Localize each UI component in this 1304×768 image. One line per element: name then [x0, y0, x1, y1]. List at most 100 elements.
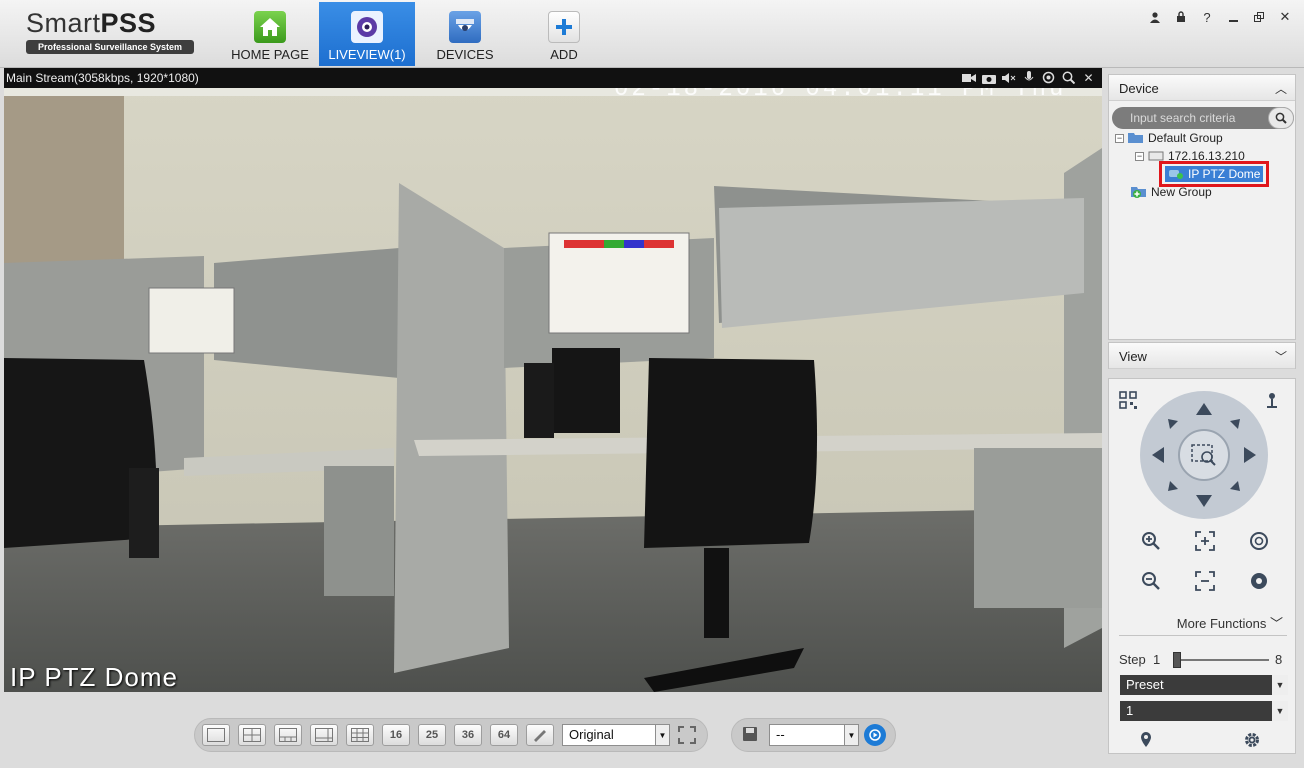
top-bar: SmartPSS Professional Surveillance Syste… [0, 0, 1304, 68]
zoom-out-icon[interactable] [1139, 569, 1163, 593]
aspect-ratio-select[interactable]: Original ▼ [562, 724, 670, 746]
layout-6-button[interactable] [274, 724, 302, 746]
layout-4-button[interactable] [238, 724, 266, 746]
chevron-down-icon: ﹀ [1269, 616, 1283, 631]
zoom-in-icon[interactable] [1139, 529, 1163, 553]
more-functions-label: More Functions [1176, 616, 1267, 631]
tree-channel-label: IP PTZ Dome [1188, 167, 1261, 181]
plus-icon [548, 11, 580, 43]
tree-channel-selected[interactable]: IP PTZ Dome [1165, 166, 1264, 182]
zoom-icon[interactable] [1061, 70, 1076, 85]
step-slider-thumb[interactable] [1173, 652, 1181, 668]
close-icon[interactable]: ✕ [1081, 70, 1096, 85]
tree-new-group[interactable]: New Group [1131, 185, 1212, 199]
live-video[interactable]: IP PTZ Dome 02-18-2016 04:01:11 PM Thu [4, 88, 1102, 692]
help-icon[interactable]: ? [1198, 8, 1216, 26]
record-icon[interactable] [961, 70, 976, 85]
chevron-down-icon: ﹀ [1274, 350, 1287, 364]
ptz-right-icon [1244, 447, 1256, 463]
dropdown-arrow-icon: ▼ [1272, 701, 1288, 721]
channel-overlay: IP PTZ Dome [10, 662, 179, 692]
search-icon[interactable] [1268, 107, 1294, 129]
window-controls: ? ✕ [1146, 8, 1294, 26]
video-header: Main Stream(3058kbps, 1920*1080) ✕ [4, 68, 1102, 88]
microphone-icon[interactable] [1021, 70, 1036, 85]
layout-16-button[interactable]: 16 [382, 724, 410, 746]
video-toolbar: ✕ [961, 70, 1096, 85]
view-panel-title: View [1119, 349, 1147, 364]
layout-64-button[interactable]: 64 [490, 724, 518, 746]
nav-devices[interactable]: DEVICES [417, 2, 513, 66]
device-panel-title: Device [1119, 81, 1159, 96]
tree-default-group[interactable]: − Default Group [1115, 131, 1223, 145]
ptz-3d-position-button[interactable] [1178, 429, 1230, 481]
snapshot-icon[interactable] [981, 70, 996, 85]
search-placeholder: Input search criteria [1130, 111, 1236, 125]
nav-label: HOME PAGE [231, 47, 309, 62]
folder-open-icon [1128, 133, 1143, 143]
ptz-down-icon [1196, 495, 1212, 507]
ptz-icon[interactable] [1041, 70, 1056, 85]
focus-near-icon[interactable] [1193, 529, 1217, 553]
gear-icon[interactable] [1243, 731, 1261, 749]
nav-home-page[interactable]: HOME PAGE [222, 2, 318, 66]
mute-icon[interactable] [1001, 70, 1016, 85]
layout-1-button[interactable] [202, 724, 230, 746]
nav-label: ADD [550, 47, 578, 62]
device-search-input[interactable]: Input search criteria [1112, 107, 1294, 129]
ptz-up-left-icon [1168, 419, 1178, 429]
tree-new-group-label: New Group [1151, 185, 1212, 199]
minimize-icon[interactable] [1224, 8, 1242, 26]
dome-camera-icon [449, 11, 481, 43]
nav-add[interactable]: ADD [516, 2, 612, 66]
grid-menu-icon[interactable] [1119, 391, 1139, 411]
fullscreen-icon[interactable] [678, 726, 698, 744]
nav-liveview[interactable]: LIVEVIEW(1) [319, 2, 415, 66]
add-group-icon [1131, 187, 1146, 198]
view-panel-header[interactable]: View ﹀ [1109, 343, 1295, 369]
preset-number-select[interactable]: 1 ▼ [1120, 701, 1288, 721]
layout-25-button[interactable]: 25 [418, 724, 446, 746]
device-panel-header[interactable]: Device ︿ [1109, 75, 1295, 101]
iris-open-icon[interactable] [1247, 529, 1271, 553]
divider [1119, 635, 1287, 636]
restore-icon[interactable] [1250, 8, 1268, 26]
close-icon[interactable]: ✕ [1276, 8, 1294, 26]
collapse-icon[interactable]: − [1135, 151, 1144, 161]
more-functions-link[interactable]: More Functions ﹀ [1177, 613, 1283, 632]
custom-layout-button[interactable] [526, 724, 554, 746]
layout-8-button[interactable] [310, 724, 338, 746]
logo-subtitle: Professional Surveillance System [26, 40, 194, 54]
save-view-icon[interactable] [742, 726, 760, 744]
layout-9-button[interactable] [346, 724, 374, 746]
tree-channel-highlight[interactable]: IP PTZ Dome [1159, 161, 1270, 187]
iris-close-icon[interactable] [1247, 569, 1271, 593]
location-pin-icon[interactable] [1139, 731, 1157, 749]
timestamp-overlay: 02-18-2016 04:01:11 PM Thu [614, 88, 1067, 103]
step-slider[interactable] [1173, 652, 1269, 668]
ptz-down-right-icon [1230, 481, 1240, 491]
ptz-panel: More Functions ﹀ Step 1 8 Preset ▼ 1 ▼ [1108, 378, 1296, 754]
focus-far-icon[interactable] [1193, 569, 1217, 593]
ptz-mode-select[interactable]: Preset ▼ [1120, 675, 1288, 695]
camera-lens-icon [351, 11, 383, 43]
nav-label: LIVEVIEW(1) [328, 47, 406, 62]
lock-icon[interactable] [1172, 8, 1190, 26]
tour-play-icon[interactable] [864, 724, 886, 746]
tree-group-label: Default Group [1148, 131, 1223, 145]
logo-title-bold: PSS [100, 8, 157, 38]
step-max: 8 [1275, 652, 1283, 667]
view-panel: View ﹀ [1108, 342, 1296, 369]
view-select[interactable]: -- ▼ [769, 724, 859, 746]
user-icon[interactable] [1146, 8, 1164, 26]
ptz-left-icon [1152, 447, 1164, 463]
layout-36-button[interactable]: 36 [454, 724, 482, 746]
app-logo: SmartPSS Professional Surveillance Syste… [26, 8, 196, 54]
ptz-lock-icon[interactable] [1265, 391, 1285, 411]
ptz-up-right-icon [1230, 419, 1240, 429]
stream-info: Main Stream(3058kbps, 1920*1080) [6, 71, 199, 85]
collapse-icon[interactable]: − [1115, 133, 1124, 143]
area-zoom-icon [1191, 444, 1216, 466]
ptz-direction-pad[interactable] [1140, 391, 1268, 519]
step-min: 1 [1153, 652, 1161, 667]
